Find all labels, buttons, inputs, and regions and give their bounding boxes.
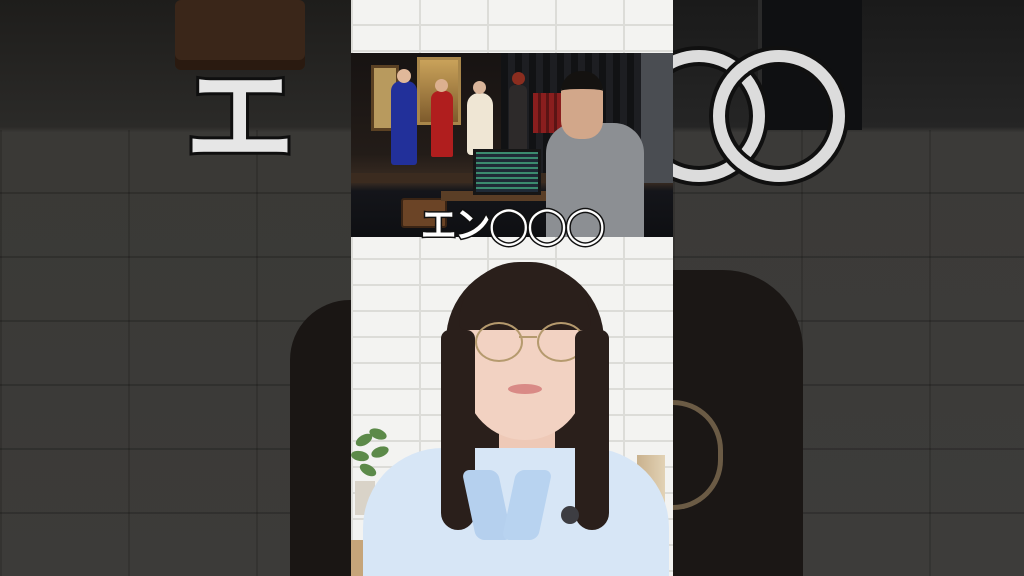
background-left-panel: エ bbox=[0, 0, 351, 576]
background-caption-fragment: エ bbox=[182, 53, 298, 181]
programmer-head bbox=[561, 71, 603, 139]
circle-glyph-blurred bbox=[713, 50, 845, 182]
presenter-lips bbox=[508, 384, 542, 394]
presenter-hair-right bbox=[575, 330, 609, 530]
actor-red-costume bbox=[431, 79, 453, 157]
actor-blue-robe bbox=[391, 69, 417, 165]
video-caption: エン◯◯◯ bbox=[419, 205, 607, 246]
blouse-bow bbox=[461, 470, 553, 576]
video-frame: エン◯◯◯ bbox=[351, 0, 673, 576]
background-right-panel bbox=[673, 0, 1024, 576]
code-monitor bbox=[473, 149, 541, 195]
wall-panel bbox=[641, 53, 673, 183]
actor-vest bbox=[509, 72, 527, 151]
glasses-left-lens bbox=[475, 322, 523, 362]
hair-blurred bbox=[290, 300, 351, 576]
lapel-microphone bbox=[561, 506, 579, 524]
actor-white-dress bbox=[467, 81, 493, 155]
glasses-bridge bbox=[519, 336, 537, 338]
